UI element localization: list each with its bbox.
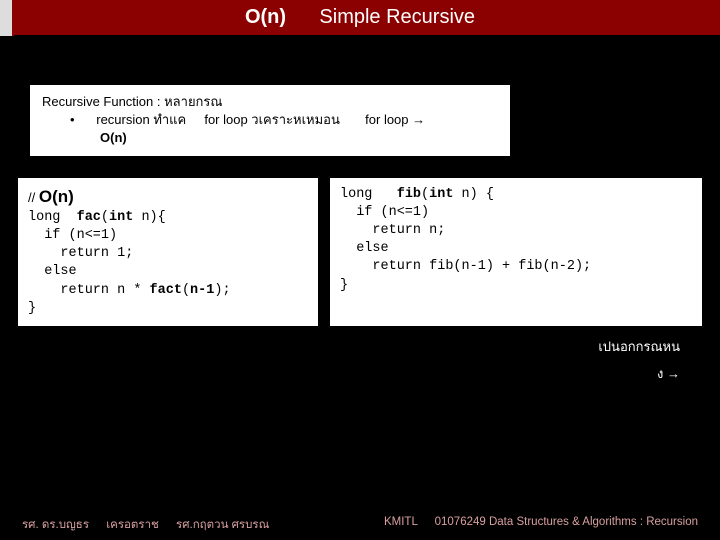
desc-l2c: for loop → [365,112,425,127]
footer-right: KMITL 01076249 Data Structures & Algorit… [384,516,698,534]
cl1: long fac(int n){ [28,210,166,225]
footer: รศ. ดร.บญธร เครอตราช รศ.กฤตวน ศรบรณ KMIT… [0,516,720,534]
code-fac: // O(n) long fac(int n){ if (n<=1) retur… [18,178,318,327]
description-box: Recursive Function : หลายกรณ • recursion… [30,85,510,156]
desc-line2: • recursion ทำแค for loop วเคราะหเหมอน f… [70,111,498,129]
desc-line1: Recursive Function : หลายกรณ [42,93,498,111]
code-l-head-b: O(n) [39,187,74,206]
note-1: เปนอกกรณหน [0,336,680,357]
cr3: return n; [340,223,445,238]
cr5: return fib(n-1) + fib(n-2); [340,259,591,274]
desc-l2a: recursion ทำแค [96,112,186,127]
author1: รศ. ดร.บญธร [22,519,89,531]
desc-l2b: for loop วเคราะหเหมอน [204,112,340,127]
footer-left: รศ. ดร.บญธร เครอตราช รศ.กฤตวน ศรบรณ [22,516,269,534]
code-fib: long fib(int n) { if (n<=1) return n; el… [330,178,702,327]
cl3: return 1; [28,246,133,261]
author2: เครอตราช [106,519,159,531]
code-l-head-a: // [28,190,39,205]
title-bar: O(n) Simple Recursive [0,0,720,35]
title-complexity: O(n) [245,6,286,28]
inst: KMITL [384,516,417,528]
cl4: else [28,264,77,279]
cr4: else [340,241,389,256]
course: 01076249 Data Structures & Algorithms : … [435,516,698,528]
cl6: } [28,301,36,316]
cr6: } [340,278,348,293]
bullet: • [70,112,75,127]
left-tab-decor [0,0,14,36]
author3: รศ.กฤตวน ศรบรณ [176,519,269,531]
cr1: long fib(int n) { [340,187,494,202]
cl2: if (n<=1) [28,228,117,243]
cl5: return n * fact(n-1); [28,283,231,298]
title-text: Simple Recursive [319,6,475,28]
cr2: if (n<=1) [340,205,429,220]
desc-line3: O(n) [100,129,498,147]
note-2: ง → [0,363,680,384]
code-row: // O(n) long fac(int n){ if (n<=1) retur… [18,178,702,327]
